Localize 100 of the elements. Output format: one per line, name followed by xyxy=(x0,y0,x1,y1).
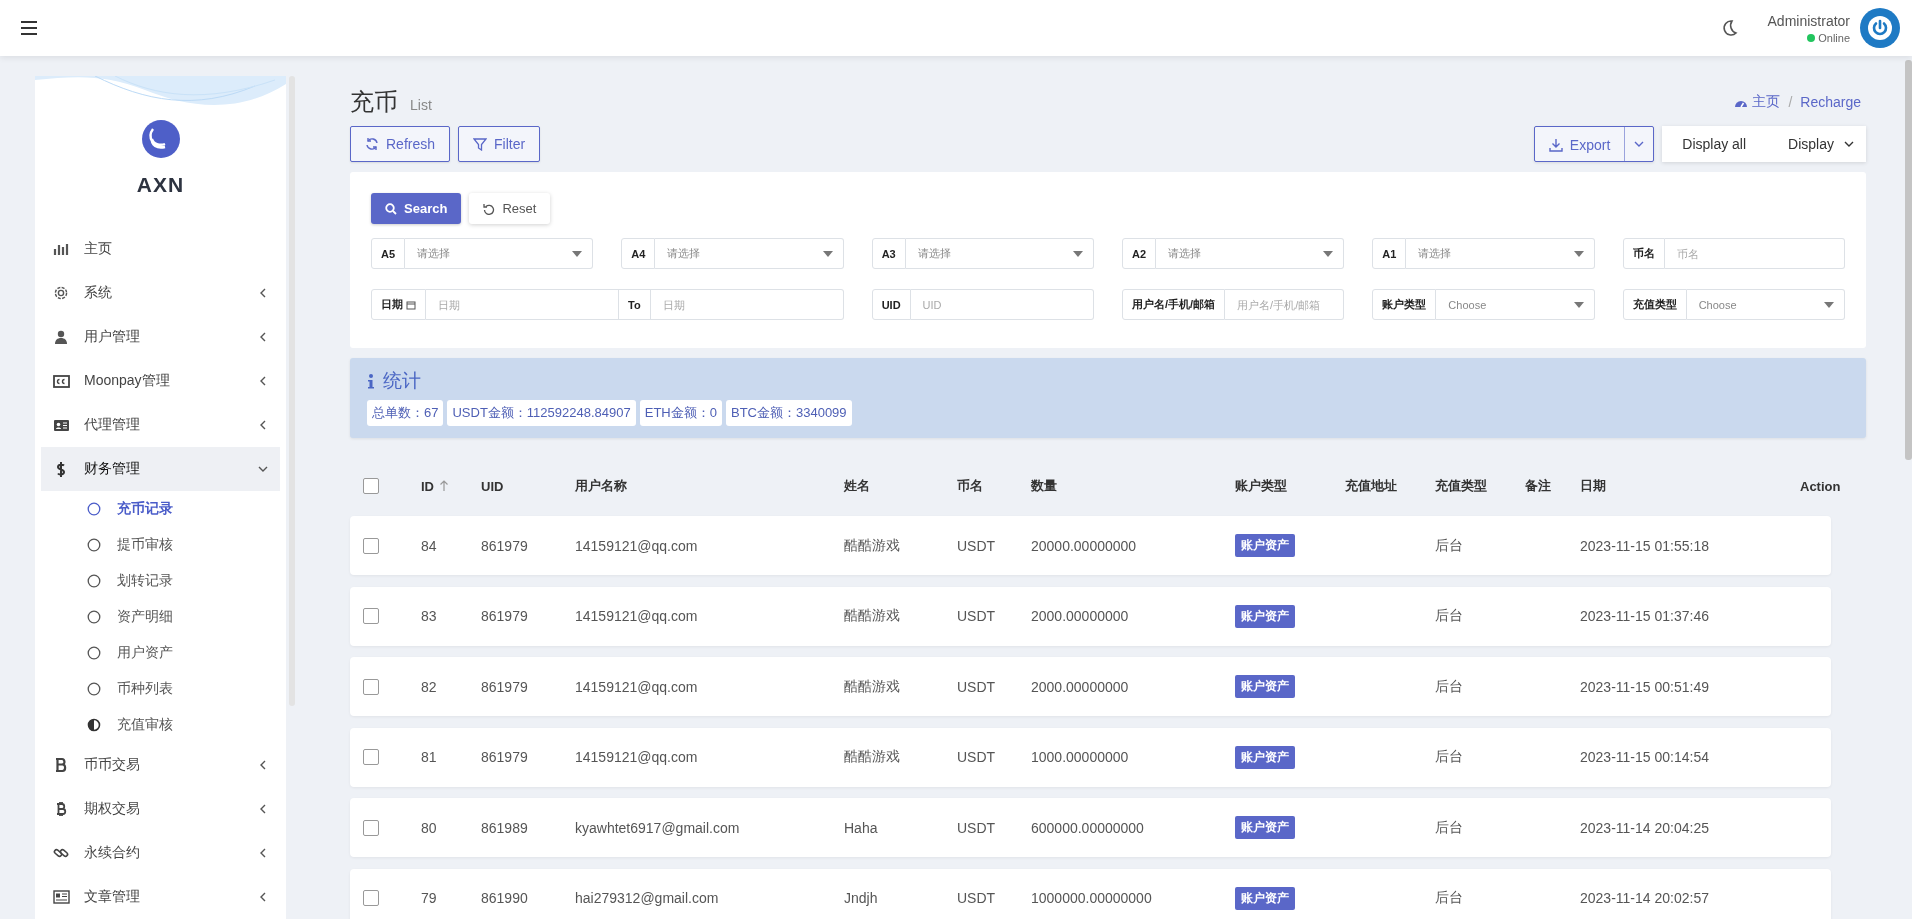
row-checkbox[interactable] xyxy=(363,678,379,695)
date-field[interactable]: 日期 xyxy=(426,289,619,320)
column-header[interactable]: ID xyxy=(421,478,481,494)
submenu-item[interactable]: 用户资产 xyxy=(41,635,280,671)
stat-badge: BTC金额：3340099 xyxy=(725,400,852,426)
sidebar-item[interactable]: 币币交易 xyxy=(41,743,280,787)
table-row[interactable]: 82 861979 14159121@qq.com 酷酷游戏 USDT 2000.00000000 账户资产 后台 2023-11-15 00:51:49 xyxy=(350,657,1831,716)
input-field[interactable]: 币名 xyxy=(1664,238,1845,269)
submenu-item[interactable]: 充值审核 xyxy=(41,707,280,743)
select-field[interactable]: 请选择 xyxy=(905,238,1094,269)
submenu-item[interactable]: 划转记录 xyxy=(41,563,280,599)
table-cell: 83 xyxy=(421,608,437,624)
sidebar-item[interactable]: 财务管理 xyxy=(41,447,280,491)
search-button[interactable]: Search xyxy=(371,193,462,224)
circle-icon xyxy=(87,538,101,552)
select-field[interactable]: 请选择 xyxy=(1406,238,1595,269)
filter-icon xyxy=(473,137,488,151)
user-name: Administrator xyxy=(1767,12,1850,29)
field-label: A3 xyxy=(871,238,906,269)
account-type-tag: 账户资产 xyxy=(1235,675,1295,698)
table-cell: 861979 xyxy=(481,608,528,624)
sidebar-item[interactable]: 期权交易 xyxy=(41,787,280,831)
sidebar-item[interactable]: 用户管理 xyxy=(41,315,280,359)
select-field[interactable]: 请选择 xyxy=(1156,238,1345,269)
table-cell: USDT xyxy=(957,608,996,624)
page-subtitle: List xyxy=(410,97,432,113)
select-field[interactable]: 请选择 xyxy=(405,238,594,269)
submenu-item[interactable]: 提币审核 xyxy=(41,527,280,563)
select-field[interactable]: Choose xyxy=(1436,289,1595,320)
date-field[interactable]: 日期 xyxy=(650,289,844,320)
caret-icon xyxy=(1844,141,1854,147)
row-checkbox[interactable] xyxy=(363,608,379,624)
table-row[interactable]: 80 861989 kyawhtet6917@gmail.com Haha USDT 600000.00000000 账户资产 后台 2023-11-14 20:04:25 xyxy=(350,798,1831,857)
table-cell: 2000.00000000 xyxy=(1031,678,1129,695)
table-cell: 861979 xyxy=(481,678,528,695)
breadcrumb-separator: / xyxy=(1788,94,1793,110)
gear-icon xyxy=(53,284,70,302)
info-icon xyxy=(367,373,375,389)
table-cell: 861990 xyxy=(481,890,528,906)
input-field[interactable]: 用户名/手机/邮箱 xyxy=(1225,289,1345,320)
display-all-button[interactable]: Display all xyxy=(1662,136,1775,152)
half-circle-icon xyxy=(87,718,101,732)
table-cell: hai279312@gmail.com xyxy=(575,890,719,906)
avatar[interactable] xyxy=(1860,8,1900,48)
row-checkbox[interactable] xyxy=(363,749,379,765)
table-row[interactable]: 81 861979 14159121@qq.com 酷酷游戏 USDT 1000.00000000 账户资产 后台 2023-11-15 00:14:54 xyxy=(350,727,1831,787)
row-checkbox[interactable] xyxy=(363,819,379,836)
filter-button[interactable]: Filter xyxy=(458,126,541,162)
sidebar-item[interactable]: 代理管理 xyxy=(41,403,280,447)
panel-title: 统计 xyxy=(383,369,421,393)
field-label: A2 xyxy=(1122,238,1157,269)
display-dropdown[interactable]: Display xyxy=(1774,136,1866,152)
sidebar-item[interactable]: 主页 xyxy=(41,227,280,271)
column-header: 备注 xyxy=(1525,477,1552,495)
reset-button[interactable]: Reset xyxy=(469,193,551,224)
select-all-checkbox[interactable] xyxy=(363,478,379,494)
stat-badge: ETH金额：0 xyxy=(639,400,722,426)
reset-icon xyxy=(483,202,496,215)
table-cell: Haha xyxy=(844,819,878,836)
breadcrumb-link[interactable]: Recharge xyxy=(1800,94,1861,110)
submenu-item[interactable]: 币种列表 xyxy=(41,671,280,707)
table-cell: 后台 xyxy=(1435,748,1463,764)
row-checkbox[interactable] xyxy=(363,890,379,906)
menu-icon[interactable] xyxy=(20,20,38,36)
account-type-tag: 账户资产 xyxy=(1235,534,1295,557)
table-cell: 酷酷游戏 xyxy=(844,677,900,694)
submenu-item[interactable]: 资产明细 xyxy=(41,599,280,635)
table-row[interactable]: 83 861979 14159121@qq.com 酷酷游戏 USDT 2000.00000000 账户资产 后台 2023-11-15 01:37:46 xyxy=(350,586,1831,646)
field-label: A4 xyxy=(621,238,656,269)
table-cell: kyawhtet6917@gmail.com xyxy=(575,819,740,836)
select-field[interactable]: Choose xyxy=(1686,289,1845,320)
table-row[interactable]: 84 861979 14159121@qq.com 酷酷游戏 USDT 20000.00000000 账户资产 后台 2023-11-15 01:55:18 xyxy=(350,516,1831,575)
breadcrumb-link[interactable]: 主页 xyxy=(1734,93,1781,111)
field-label: 用户名/手机/邮箱 xyxy=(1122,289,1226,320)
table-cell: USDT xyxy=(957,890,996,906)
sidebar-item[interactable]: 永续合约 xyxy=(41,831,280,875)
scrollbar[interactable] xyxy=(1905,60,1912,460)
table-cell: 酷酷游戏 xyxy=(844,607,900,623)
dropdown-arrow-icon xyxy=(572,250,583,257)
select-field[interactable]: 请选择 xyxy=(655,238,844,269)
row-checkbox[interactable] xyxy=(363,537,379,554)
submenu-item[interactable]: 充币记录 xyxy=(41,491,280,527)
table-cell: 后台 xyxy=(1435,607,1463,623)
table-cell: 2000.00000000 xyxy=(1031,608,1129,624)
sidebar-item[interactable]: Moonpay管理 xyxy=(41,359,280,403)
table-cell: 2023-11-14 20:02:57 xyxy=(1580,890,1709,906)
table-cell: 14159121@qq.com xyxy=(575,537,698,554)
field-label: To xyxy=(618,289,651,320)
sidebar-item[interactable]: 文章管理 xyxy=(41,875,280,919)
table-cell: USDT xyxy=(957,819,996,836)
status-text: Online xyxy=(1818,31,1850,44)
account-type-tag: 账户资产 xyxy=(1235,745,1295,769)
input-field[interactable]: UID xyxy=(910,289,1094,320)
user-icon xyxy=(53,328,70,346)
table-cell: 酷酷游戏 xyxy=(844,536,900,553)
sort-arrow-icon xyxy=(439,480,449,492)
table-row[interactable]: 79 861990 hai279312@gmail.com Jndjh USDT 1000000.00000000 账户资产 后台 2023-11-14 20:02:57 xyxy=(350,868,1831,919)
refresh-button[interactable]: Refresh xyxy=(350,126,451,162)
status-dot xyxy=(1807,33,1816,42)
sidebar-item[interactable]: 系统 xyxy=(41,271,280,315)
